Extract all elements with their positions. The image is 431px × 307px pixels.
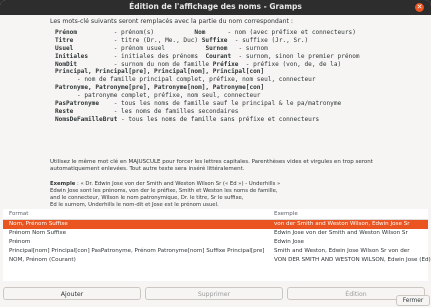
keyword-row: NomsDeFamilleBrut - tous les noms de fam… xyxy=(55,115,320,123)
keyword-row: Reste - les noms de familles secondaires xyxy=(55,107,239,115)
keyword-row: Prénom - prénom(s) Nom - nom (avec préfi… xyxy=(55,29,356,36)
table-row[interactable]: NOM, Prénom (Courant) VON DER SMITH AND … xyxy=(3,256,431,265)
format-table: Format Exemple Nom, Prénom Suffixe von d… xyxy=(3,209,431,281)
column-header-format[interactable]: Format xyxy=(9,211,28,217)
example-block: Exemple : « Dr. Edwin Jose von der Smith… xyxy=(50,181,350,209)
window-title: Édition de l'affichage des noms - Gramps xyxy=(129,2,302,11)
close-button[interactable]: Fermer xyxy=(396,295,430,306)
example-line: Edwin Jose sont les prénoms, von der le … xyxy=(50,188,278,194)
keyword-row: Patronyme, Patronyme[pre], Patronyme[nom… xyxy=(55,84,265,92)
keyword-row: Initiales - initiales des prénoms Couran… xyxy=(55,52,360,60)
table-row[interactable]: Prénom Edwin Jose xyxy=(3,238,428,247)
table-row[interactable]: Nom, Prénom Suffixe von der Smith and We… xyxy=(3,220,428,229)
keyword-row: Usuel - prénom usuel Surnom - surnom xyxy=(55,44,268,52)
add-button[interactable]: Ajouter xyxy=(3,287,141,300)
example-line: : « Dr. Edwin Jose von der Smith and Wes… xyxy=(75,181,281,187)
dialog-window: Édition de l'affichage des noms - Gramps… xyxy=(0,0,431,307)
keyword-row: - nom de famille principal complet, préf… xyxy=(77,76,316,84)
close-icon[interactable]: ✕ xyxy=(415,3,424,12)
table-row[interactable]: Prénom Nom Suffixe Edwin Jose von der Sm… xyxy=(3,229,428,238)
titlebar: Édition de l'affichage des noms - Gramps… xyxy=(0,0,431,15)
help-note: Utilisez le même mot clé en MAJUSCULE po… xyxy=(50,159,373,172)
keyword-row: PasPatronyme - tous les noms de famille … xyxy=(55,100,342,108)
keyword-list: Prénom - prénom(s) Nom - nom (avec préfi… xyxy=(55,29,360,124)
keyword-row: - patronyme complet, préfixe, nom seul, … xyxy=(77,92,261,100)
example-line: and le connecteur, Wilson le nom patrony… xyxy=(50,195,244,201)
intro-text: Les mots-clé suivants seront remplacés a… xyxy=(50,18,294,25)
remove-button[interactable]: Supprimer xyxy=(145,287,283,300)
table-row[interactable]: Principal[nom] Principal[con] PasPatrony… xyxy=(3,247,428,256)
example-line: Ed le surnom, Underhills le nom-dit et J… xyxy=(50,202,219,208)
keyword-row: Titre - titre (Dr., Me., Duc) Suffixe - … xyxy=(55,36,309,44)
example-label: Exemple xyxy=(50,181,76,187)
column-header-example[interactable]: Exemple xyxy=(274,211,298,217)
table-header: Format Exemple xyxy=(3,209,428,220)
